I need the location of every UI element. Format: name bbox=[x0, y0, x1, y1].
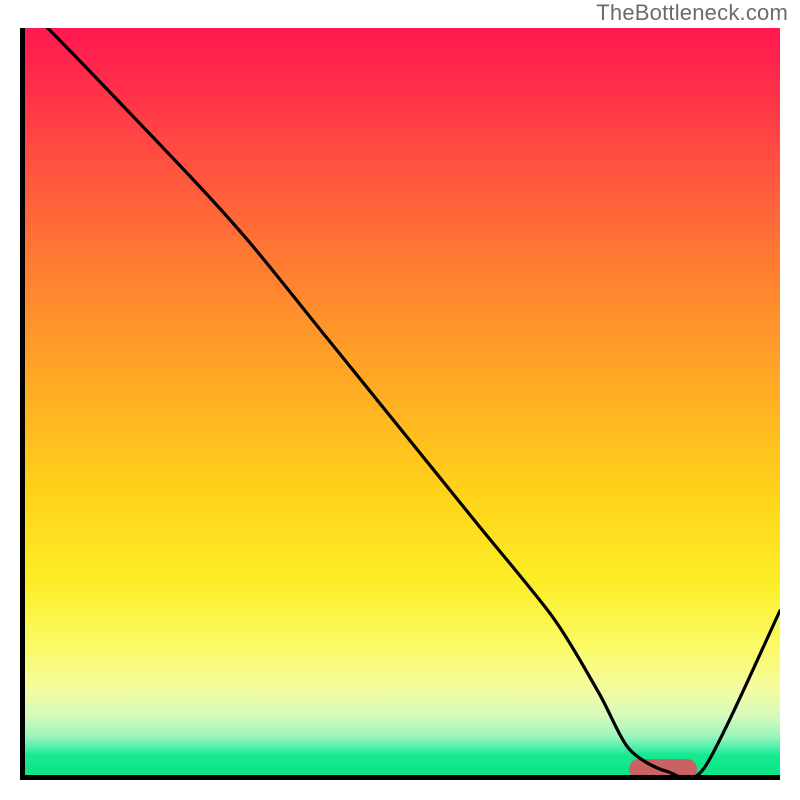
curve-path bbox=[25, 28, 780, 775]
plot-area bbox=[20, 28, 780, 780]
bottleneck-curve bbox=[25, 28, 780, 775]
chart-container: TheBottleneck.com bbox=[0, 0, 800, 800]
watermark-text: TheBottleneck.com bbox=[596, 0, 788, 26]
